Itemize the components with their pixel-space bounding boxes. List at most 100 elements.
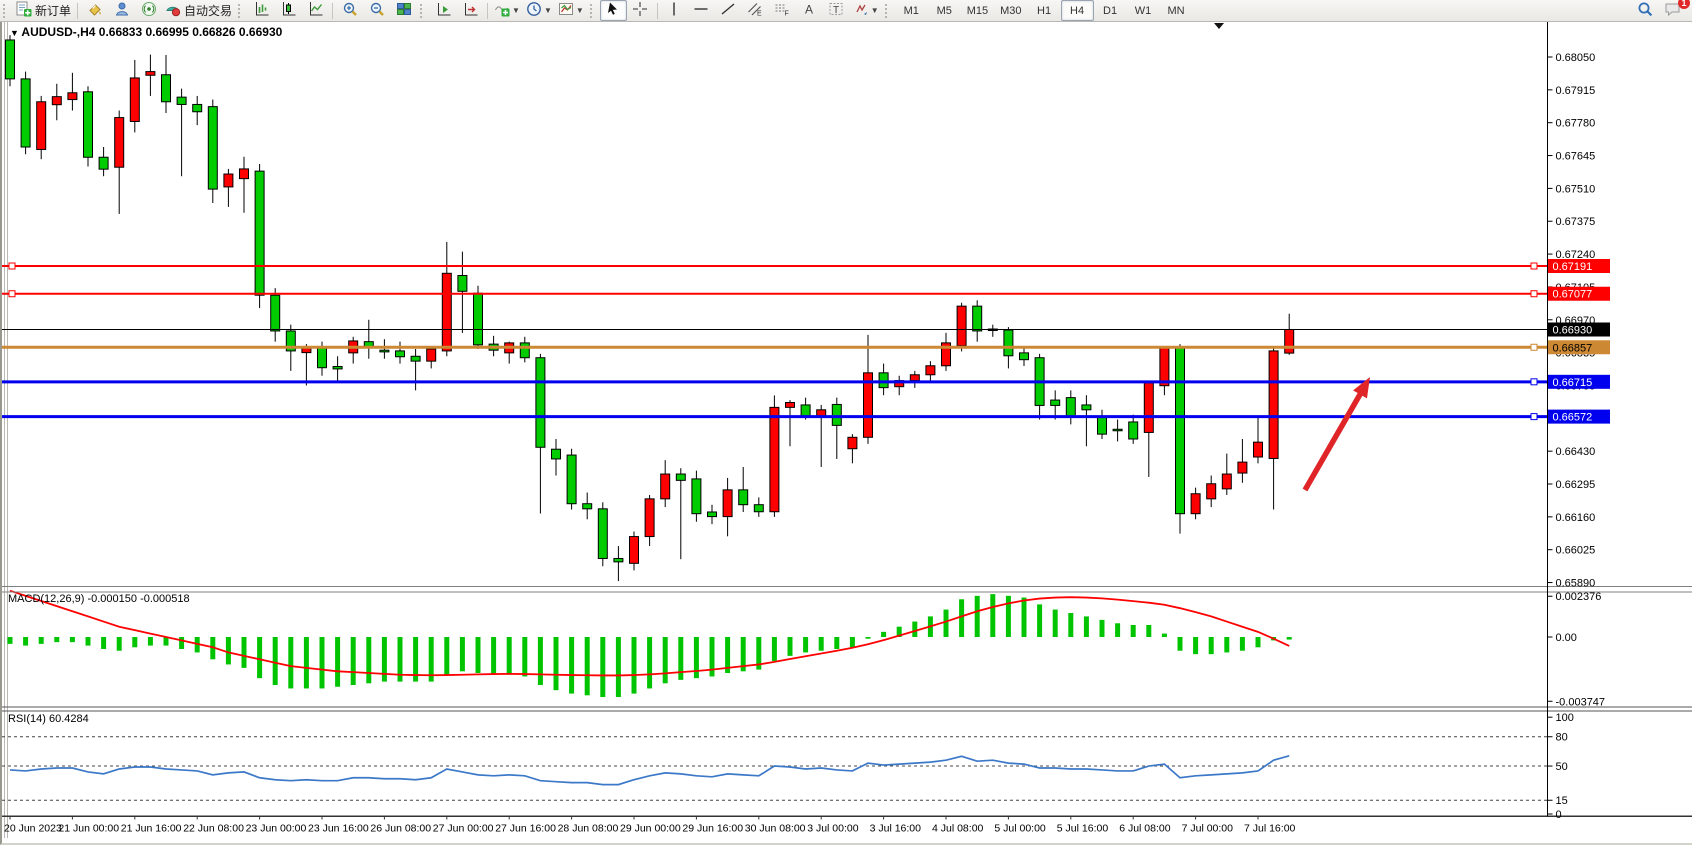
svg-text:100: 100 (1556, 712, 1574, 724)
periods-button[interactable]: ▼ (523, 0, 555, 21)
svg-text:0.67191: 0.67191 (1553, 261, 1593, 273)
vertical-line-button[interactable] (661, 0, 688, 21)
zoom-in-button[interactable] (336, 0, 363, 21)
tab-timeframe-m5[interactable]: M5 (928, 0, 961, 21)
community-button[interactable] (108, 0, 135, 21)
tile-windows-button[interactable] (390, 0, 417, 21)
text-label-icon: T (828, 1, 844, 20)
svg-text:0.002376: 0.002376 (1556, 591, 1602, 603)
search-icon (1637, 1, 1654, 21)
chevron-down-icon: ▼ (871, 6, 879, 15)
svg-text:23 Jun 16:00: 23 Jun 16:00 (308, 823, 369, 835)
community-icon (114, 1, 130, 20)
svg-text:0.67645: 0.67645 (1556, 151, 1596, 163)
svg-text:0.66930: 0.66930 (1553, 325, 1593, 337)
svg-text:15: 15 (1556, 795, 1568, 807)
svg-text:80: 80 (1556, 732, 1568, 744)
text-button[interactable]: A (796, 0, 823, 21)
fibonacci-button[interactable]: F (769, 0, 796, 21)
svg-text:27 Jun 00:00: 27 Jun 00:00 (433, 823, 494, 835)
arrows-button[interactable]: ▼ (850, 0, 882, 21)
crosshair-icon (632, 1, 648, 20)
svg-text:20 Jun 2023: 20 Jun 2023 (4, 823, 62, 835)
svg-text:0.67077: 0.67077 (1553, 289, 1593, 301)
svg-text:0.66857: 0.66857 (1553, 342, 1593, 354)
svg-text:29 Jun 00:00: 29 Jun 00:00 (620, 823, 681, 835)
tab-timeframe-w1[interactable]: W1 (1127, 0, 1160, 21)
trendline-button[interactable] (715, 0, 742, 21)
svg-text:E: E (757, 11, 762, 18)
cursor-button[interactable] (600, 0, 627, 21)
search-button[interactable] (1632, 0, 1659, 21)
svg-text:0.67915: 0.67915 (1556, 85, 1596, 97)
svg-text:A: A (805, 3, 813, 17)
chart-shift-button[interactable] (457, 0, 484, 21)
trendline-icon (720, 1, 736, 20)
chart-shift-icon (463, 1, 479, 20)
horizontal-line-icon (693, 1, 709, 20)
candlestick-button[interactable] (275, 0, 302, 21)
chart-window[interactable]: ▼ AUDUSD-,H4 0.66833 0.66995 0.66826 0.6… (0, 21, 1692, 845)
svg-text:4 Jul 08:00: 4 Jul 08:00 (932, 823, 984, 835)
zoom-out-button[interactable] (363, 0, 390, 21)
svg-text:3 Jul 16:00: 3 Jul 16:00 (870, 823, 922, 835)
svg-text:0.65890: 0.65890 (1556, 578, 1596, 590)
ohlc-values: 0.66833 0.66995 0.66826 0.66930 (99, 25, 283, 39)
horizontal-line-button[interactable] (688, 0, 715, 21)
auto-trading-button[interactable]: 自动交易 (162, 0, 235, 21)
tab-timeframe-m15[interactable]: M15 (961, 0, 994, 21)
toolbar-grip[interactable] (3, 4, 10, 18)
vertical-line-icon (666, 1, 682, 20)
auto-scroll-button[interactable] (430, 0, 457, 21)
collapse-triangle-icon[interactable]: ▼ (10, 28, 21, 38)
styler-button[interactable] (81, 0, 108, 21)
periods-icon (526, 1, 542, 20)
svg-text:F: F (785, 11, 789, 18)
crosshair-button[interactable] (627, 0, 654, 21)
candlestick-icon (281, 1, 297, 20)
signal-button[interactable] (135, 0, 162, 21)
toolbar-grip[interactable] (885, 4, 892, 18)
svg-text:5 Jul 16:00: 5 Jul 16:00 (1057, 823, 1109, 835)
main-toolbar: 新订单 自动交易 (0, 0, 1692, 22)
svg-text:0.68050: 0.68050 (1556, 52, 1596, 64)
svg-text:0.67510: 0.67510 (1556, 183, 1596, 195)
svg-text:22 Jun 08:00: 22 Jun 08:00 (183, 823, 244, 835)
tab-timeframe-m30[interactable]: M30 (994, 0, 1027, 21)
tab-timeframe-d1[interactable]: D1 (1094, 0, 1127, 21)
macd-indicator-label: MACD(12,26,9) -0.000150 -0.000518 (8, 593, 190, 605)
toolbar-grip[interactable] (420, 4, 427, 18)
svg-text:7 Jul 00:00: 7 Jul 00:00 (1182, 823, 1234, 835)
line-chart-button[interactable] (302, 0, 329, 21)
bar-chart-button[interactable] (248, 0, 275, 21)
svg-text:5 Jul 00:00: 5 Jul 00:00 (994, 823, 1046, 835)
line-chart-icon (308, 1, 324, 20)
tab-timeframe-mn[interactable]: MN (1160, 0, 1193, 21)
svg-text:0.67375: 0.67375 (1556, 216, 1596, 228)
svg-text:0.00: 0.00 (1556, 632, 1577, 644)
text-label-button[interactable]: T (823, 0, 850, 21)
chart-canvas[interactable]: 0.680500.679150.677800.676450.675100.673… (2, 21, 1692, 843)
svg-text:50: 50 (1556, 761, 1568, 773)
channel-button[interactable]: E (742, 0, 769, 21)
chevron-down-icon: ▼ (544, 6, 552, 15)
new-order-button[interactable]: 新订单 (13, 0, 74, 21)
toolbar-grip[interactable] (238, 4, 245, 18)
svg-text:0.66715: 0.66715 (1553, 377, 1593, 389)
indicators-button[interactable]: ▼ (491, 0, 523, 21)
notification-button[interactable]: 1 (1659, 0, 1686, 21)
notification-badge: 1 (1678, 0, 1690, 9)
chevron-down-icon: ▼ (512, 6, 520, 15)
new-order-label: 新订单 (35, 2, 71, 19)
templates-button[interactable]: ▼ (555, 0, 587, 21)
tab-timeframe-h4[interactable]: H4 (1061, 0, 1094, 21)
symbol-title: AUDUSD-,H4 (21, 25, 95, 39)
text-icon: A (801, 1, 817, 20)
chevron-down-icon: ▼ (576, 6, 584, 15)
svg-text:T: T (833, 5, 839, 16)
toolbar-grip[interactable] (590, 4, 597, 18)
tab-timeframe-m1[interactable]: M1 (895, 0, 928, 21)
tab-timeframe-h1[interactable]: H1 (1028, 0, 1061, 21)
zoom-in-icon (342, 1, 358, 20)
svg-text:30 Jun 08:00: 30 Jun 08:00 (745, 823, 806, 835)
